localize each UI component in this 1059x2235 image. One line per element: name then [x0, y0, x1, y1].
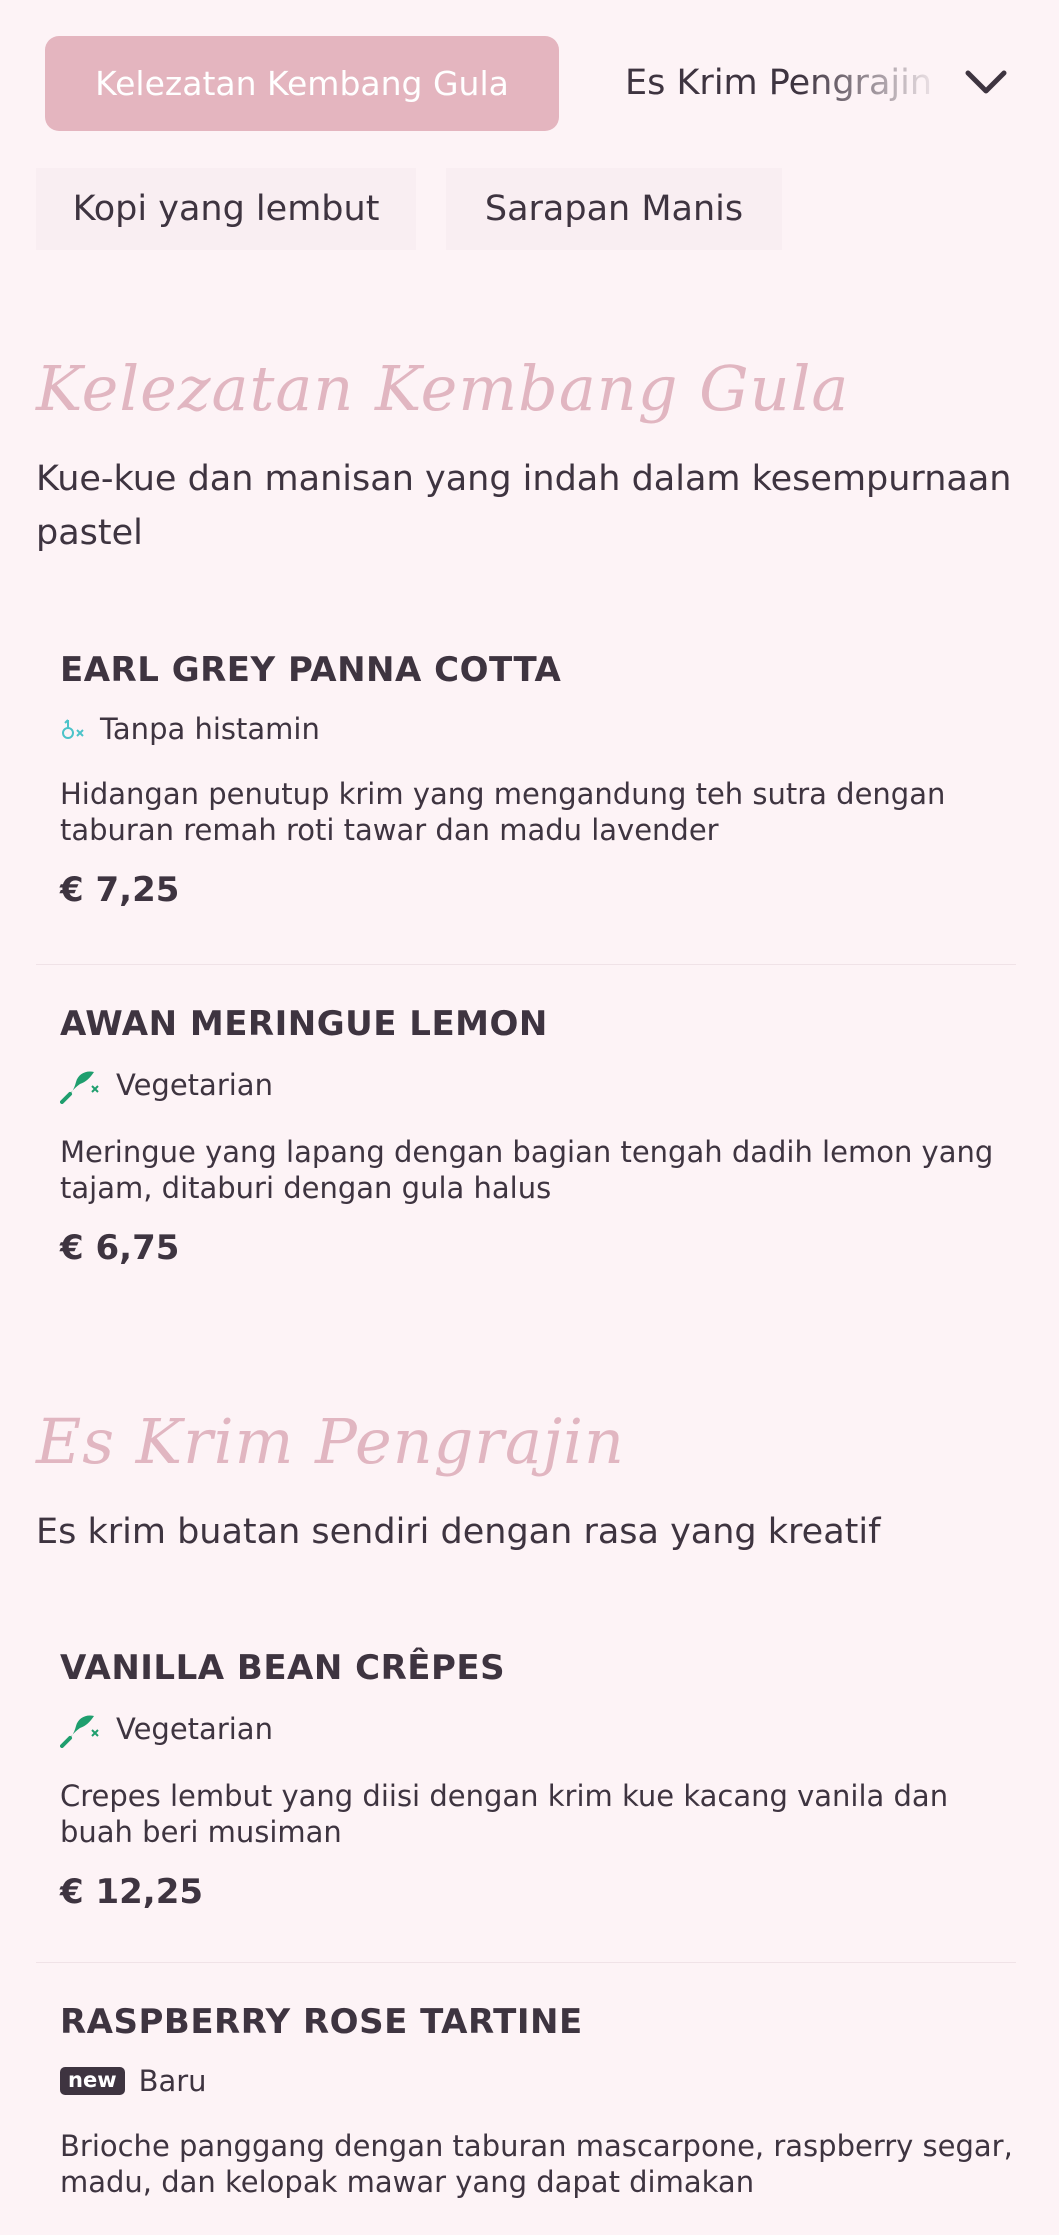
new-badge-icon: new [60, 2067, 125, 2095]
item-description: Hidangan penutup krim yang mengandung te… [60, 777, 946, 847]
item-price: € 7,25 [60, 870, 180, 910]
dietary-tag: Vegetarian [60, 1710, 1020, 1748]
item-description: Meringue yang lapang dengan bagian tenga… [60, 1135, 994, 1205]
tag-label: Vegetarian [116, 1068, 273, 1102]
tab-kopi-yang-lembut[interactable]: Kopi yang lembut [36, 168, 416, 250]
menu-item[interactable]: VANILLA BEAN CRÊPES Vegetarian Crepes le… [60, 1648, 1020, 1912]
menu-item[interactable]: AWAN MERINGUE LEMON Vegetarian Meringue … [60, 1004, 1020, 1268]
dietary-tag: Vegetarian [60, 1066, 1020, 1104]
tag-label: Tanpa histamin [100, 712, 320, 746]
menu-item[interactable]: EARL GREY PANNA COTTA Tanpa histamin Hid… [60, 650, 1020, 910]
vegetarian-icon [60, 1710, 102, 1748]
divider [36, 964, 1016, 965]
section-title: Kelezatan Kembang Gula [36, 352, 850, 425]
histamine-free-icon [60, 716, 86, 742]
item-name: EARL GREY PANNA COTTA [60, 650, 562, 690]
category-nav: Kelezatan Kembang Gula Es Krim Pengrajin [0, 0, 1059, 160]
item-name: AWAN MERINGUE LEMON [60, 1004, 548, 1044]
menu-item[interactable]: RASPBERRY ROSE TARTINE new Baru Brioche … [60, 2002, 1020, 2200]
tab-kelezatan-kembang-gula[interactable]: Kelezatan Kembang Gula [45, 36, 559, 131]
item-price: € 6,75 [60, 1228, 180, 1268]
tag-label: Baru [138, 2064, 207, 2098]
tag-label: Vegetarian [116, 1712, 273, 1746]
vegetarian-icon [60, 1066, 102, 1104]
dietary-tag: Tanpa histamin [60, 712, 1020, 746]
item-name: RASPBERRY ROSE TARTINE [60, 2002, 583, 2042]
divider [36, 1962, 1016, 1963]
tab-sarapan-manis[interactable]: Sarapan Manis [446, 168, 782, 250]
item-name: VANILLA BEAN CRÊPES [60, 1648, 506, 1688]
section-title: Es Krim Pengrajin [36, 1405, 625, 1478]
item-price: € 12,25 [60, 1872, 204, 1912]
section-description: Es krim buatan sendiri dengan rasa yang … [36, 1512, 881, 1552]
item-description: Brioche panggang dengan taburan mascarpo… [60, 2129, 1013, 2199]
item-description: Crepes lembut yang diisi dengan krim kue… [60, 1779, 949, 1849]
dietary-tag: new Baru [60, 2064, 1020, 2098]
chevron-down-icon[interactable] [962, 63, 1010, 103]
section-description: Kue-kue dan manisan yang indah dalam kes… [36, 459, 1012, 553]
tab-es-krim-pengrajin[interactable]: Es Krim Pengrajin [625, 36, 945, 131]
